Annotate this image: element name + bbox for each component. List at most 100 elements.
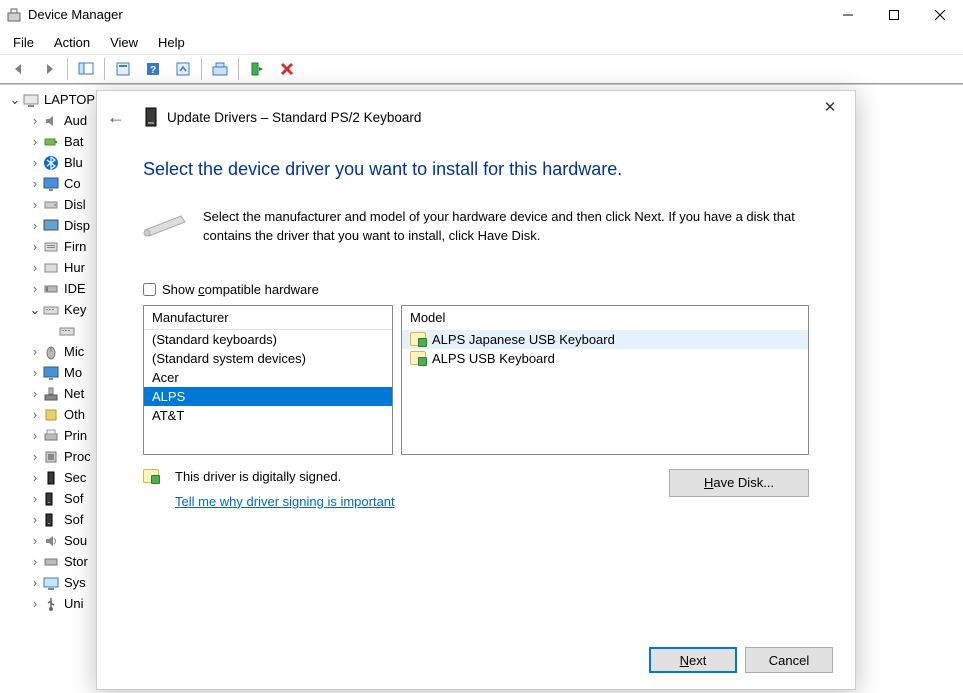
expand-icon[interactable]: ⌄ <box>28 302 42 318</box>
expand-icon[interactable]: › <box>28 197 42 212</box>
expand-icon[interactable]: › <box>28 281 42 296</box>
tree-item-label: Disp <box>64 218 90 233</box>
manufacturer-list[interactable]: Manufacturer (Standard keyboards)(Standa… <box>143 305 393 455</box>
manufacturer-item[interactable]: ALPS <box>144 387 392 406</box>
tree-item-label: Key <box>64 302 86 317</box>
tree-item-label: Aud <box>64 113 87 128</box>
expand-icon[interactable]: › <box>28 554 42 569</box>
window-titlebar: Device Manager <box>0 0 963 30</box>
system-icon <box>42 575 60 591</box>
expand-icon[interactable]: › <box>28 407 42 422</box>
uninstall-device-button[interactable] <box>273 57 301 81</box>
expand-icon[interactable]: › <box>28 134 42 149</box>
manufacturer-item[interactable]: (Standard keyboards) <box>144 330 392 349</box>
tree-item-label: Prin <box>64 428 87 443</box>
speaker-icon <box>42 113 60 129</box>
enable-device-button[interactable] <box>243 57 271 81</box>
expand-icon[interactable]: › <box>28 596 42 611</box>
dialog-title: Update Drivers – Standard PS/2 Keyboard <box>167 110 421 125</box>
expand-icon[interactable]: › <box>28 449 42 464</box>
update-driver-button[interactable] <box>206 57 234 81</box>
tree-item-label: Mo <box>64 365 82 380</box>
model-item[interactable]: ALPS USB Keyboard <box>402 349 808 368</box>
maximize-button[interactable] <box>871 0 917 30</box>
expand-icon[interactable]: › <box>28 470 42 485</box>
expand-icon[interactable]: › <box>28 344 42 359</box>
expand-icon[interactable]: › <box>28 365 42 380</box>
expand-icon[interactable]: › <box>28 113 42 128</box>
show-hide-console-button[interactable] <box>72 57 100 81</box>
expand-icon[interactable]: › <box>28 512 42 527</box>
device-icon <box>141 107 161 127</box>
tree-root-label: LAPTOP <box>44 92 95 107</box>
dialog-footer: Next Cancel <box>649 647 833 673</box>
have-disk-button[interactable]: Have Disk... <box>669 469 809 497</box>
tree-item-label: Disl <box>64 197 86 212</box>
ide-icon <box>42 281 60 297</box>
model-item-label: ALPS Japanese USB Keyboard <box>432 332 615 347</box>
scan-hardware-button[interactable] <box>169 57 197 81</box>
model-item[interactable]: ALPS Japanese USB Keyboard <box>402 330 808 349</box>
dialog-header: ← Update Drivers – Standard PS/2 Keyboar… <box>97 91 855 143</box>
cpu-icon <box>42 449 60 465</box>
storage-icon <box>42 554 60 570</box>
next-button[interactable]: Next <box>649 647 737 673</box>
dialog-back-button[interactable]: ← <box>107 107 131 128</box>
manufacturer-item[interactable]: (Standard system devices) <box>144 349 392 368</box>
network-icon <box>42 386 60 402</box>
manufacturer-item[interactable]: Acer <box>144 368 392 387</box>
signing-info-link[interactable]: Tell me why driver signing is important <box>175 494 395 509</box>
signed-icon <box>143 469 163 487</box>
expand-icon[interactable]: › <box>28 176 42 191</box>
expand-icon[interactable]: ⌄ <box>8 92 22 108</box>
properties-button[interactable] <box>109 57 137 81</box>
expand-icon[interactable]: › <box>28 386 42 401</box>
mouse-icon <box>42 344 60 360</box>
close-button[interactable] <box>917 0 963 30</box>
show-compatible-label[interactable]: Show compatible hardware <box>162 282 319 297</box>
manufacturer-header: Manufacturer <box>144 306 392 330</box>
svg-text:?: ? <box>150 65 156 76</box>
signed-driver-icon <box>410 351 426 365</box>
expand-icon[interactable]: › <box>28 491 42 506</box>
tree-item-label: Net <box>64 386 84 401</box>
cancel-button[interactable]: Cancel <box>745 647 833 673</box>
menu-action[interactable]: Action <box>45 33 99 52</box>
display-icon <box>42 218 60 234</box>
menu-bar: File Action View Help <box>0 30 963 54</box>
back-button[interactable] <box>5 57 33 81</box>
show-compatible-checkbox[interactable] <box>143 283 156 296</box>
expand-icon[interactable]: › <box>28 575 42 590</box>
security-icon <box>42 470 60 486</box>
expand-icon[interactable]: › <box>28 155 42 170</box>
minimize-button[interactable] <box>825 0 871 30</box>
menu-help[interactable]: Help <box>149 33 194 52</box>
expand-icon[interactable]: › <box>28 260 42 275</box>
expand-icon[interactable]: › <box>28 533 42 548</box>
monitor-icon <box>42 365 60 381</box>
tree-item-label: Proc <box>64 449 91 464</box>
expand-icon[interactable]: › <box>28 428 42 443</box>
expand-icon[interactable]: › <box>28 218 42 233</box>
window-title: Device Manager <box>28 7 825 22</box>
software-icon <box>42 512 60 528</box>
battery-icon <box>42 134 60 150</box>
signed-driver-icon <box>410 332 426 346</box>
manufacturer-item[interactable]: AT&T <box>144 406 392 425</box>
model-item-label: ALPS USB Keyboard <box>432 351 555 366</box>
model-list[interactable]: Model ALPS Japanese USB KeyboardALPS USB… <box>401 305 809 455</box>
computer-icon <box>22 92 40 108</box>
menu-view[interactable]: View <box>101 33 147 52</box>
tree-item-label: IDE <box>64 281 86 296</box>
tree-item-label: Sou <box>64 533 87 548</box>
keyboard-icon <box>58 323 76 339</box>
menu-file[interactable]: File <box>4 33 43 52</box>
toolbar: ? <box>0 54 963 84</box>
tree-item-label: Blu <box>64 155 83 170</box>
dialog-close-button[interactable]: ✕ <box>815 92 845 122</box>
expand-icon[interactable]: › <box>28 239 42 254</box>
tree-item-label: Firn <box>64 239 86 254</box>
forward-button[interactable] <box>35 57 63 81</box>
help-button[interactable]: ? <box>139 57 167 81</box>
print-icon <box>42 428 60 444</box>
